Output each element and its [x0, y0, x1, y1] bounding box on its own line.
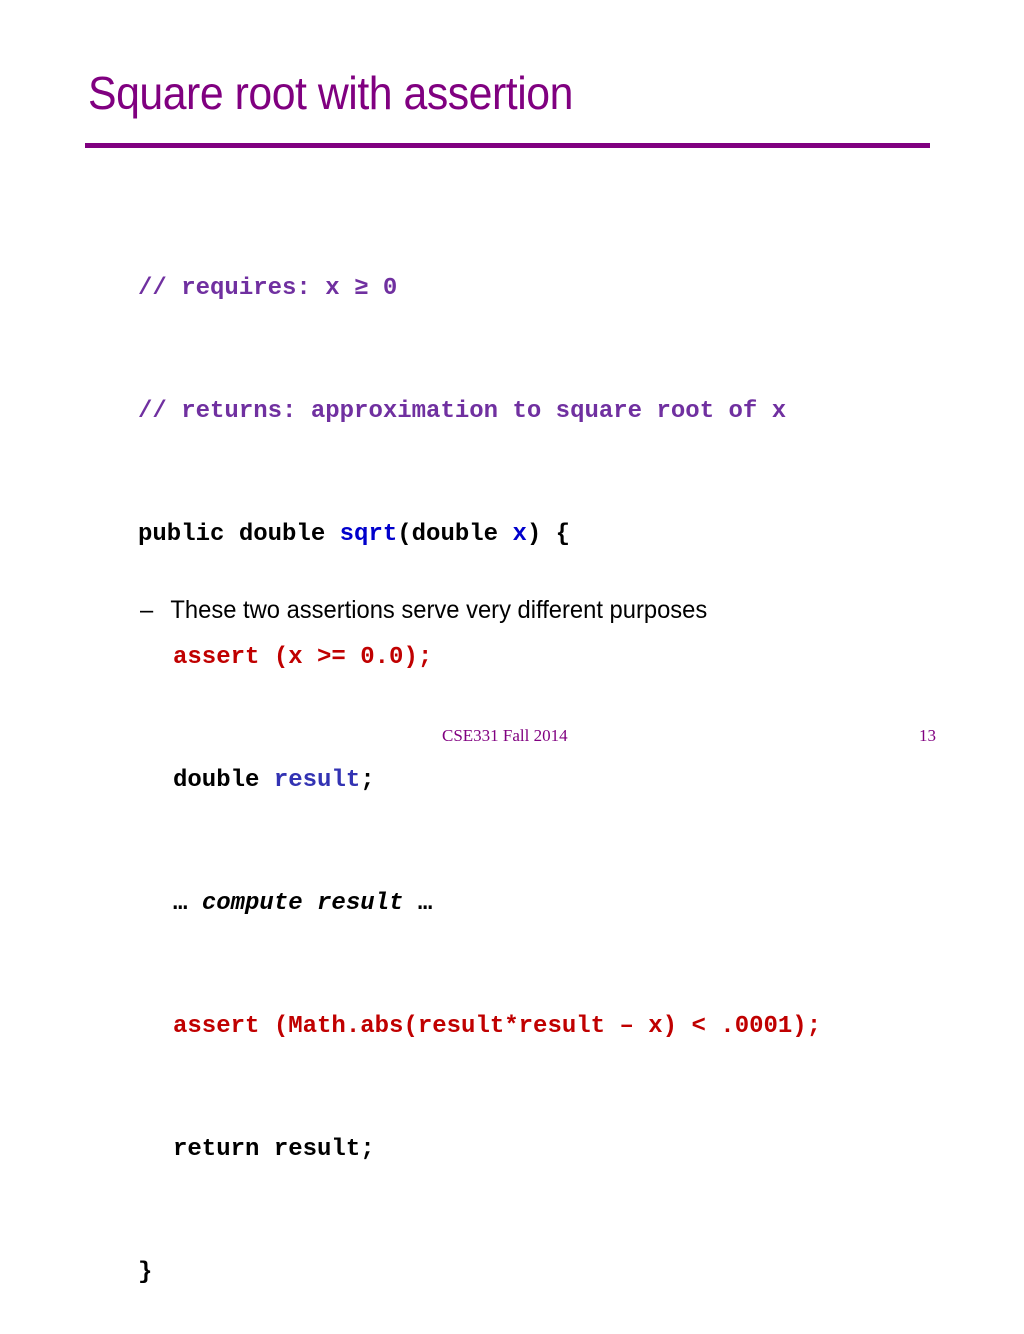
code-type: double	[173, 767, 274, 794]
code-keywords: public double	[138, 521, 340, 548]
code-result-declaration: double result;	[138, 760, 821, 801]
code-block: // requires: x ≥ 0 // returns: approxima…	[138, 186, 821, 1334]
code-method-name: sqrt	[339, 521, 398, 548]
code-closing-brace: }	[138, 1259, 153, 1286]
code-comment-returns: // returns: approximation to square root…	[138, 398, 787, 425]
code-compute-text: compute result	[201, 890, 404, 917]
code-signature-close: ) {	[526, 521, 571, 548]
code-ellipsis-end: …	[403, 890, 433, 917]
code-precondition-assert: assert (x >= 0.0);	[173, 644, 433, 671]
slide-title: Square root with assertion	[88, 67, 573, 119]
title-divider	[85, 143, 930, 148]
code-postcondition-assert: assert (Math.abs(result*result – x) < .0…	[173, 1013, 822, 1040]
bullet-dash: –	[140, 596, 154, 624]
code-method-signature: public double sqrt(double x) {	[138, 514, 821, 555]
code-param-name: x	[512, 521, 527, 548]
bullet-text: These two assertions serve very differen…	[170, 596, 708, 624]
footer-course: CSE331 Fall 2014	[442, 726, 568, 745]
code-param-type: (double	[397, 521, 513, 548]
code-comment-requires: // requires: x ≥ 0	[138, 275, 398, 302]
code-ellipsis-start: …	[173, 890, 202, 917]
bullet-point: – These two assertions serve very differe…	[140, 596, 707, 625]
code-semicolon: ;	[360, 767, 375, 794]
code-result-var: result	[273, 767, 361, 794]
code-return-statement: return result;	[173, 1136, 375, 1163]
code-compute-placeholder: … compute result …	[138, 883, 821, 924]
footer-page-number: 13	[919, 726, 936, 745]
